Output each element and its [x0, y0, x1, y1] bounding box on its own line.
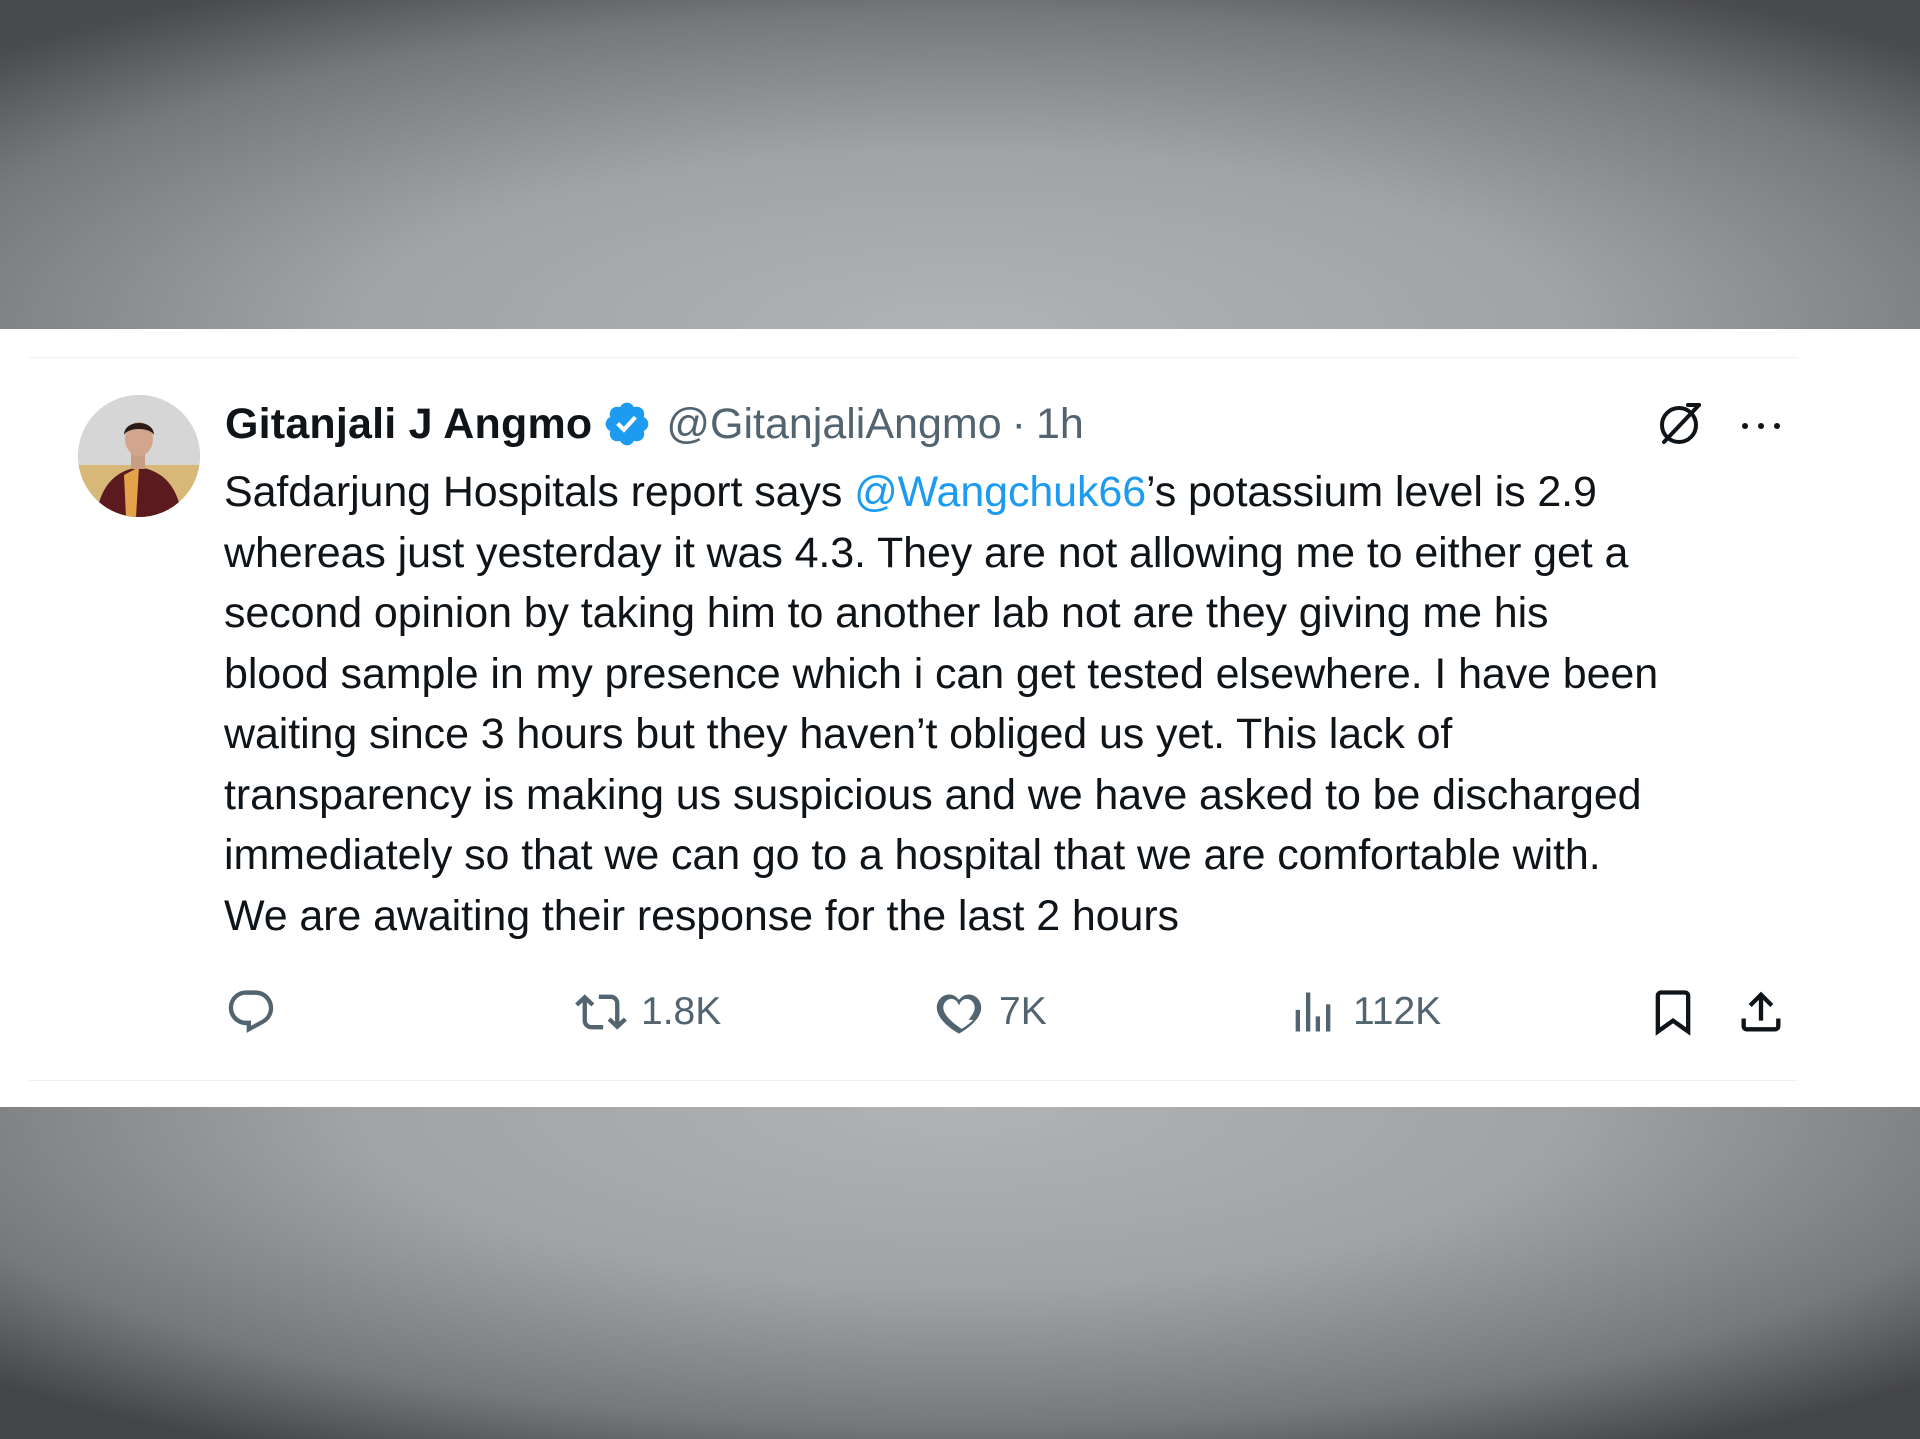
like-count: 7K [999, 990, 1047, 1033]
verified-badge-icon [602, 399, 652, 449]
bookmark-icon [1655, 990, 1691, 1036]
tweet-text: Safdarjung Hospitals report says @Wangch… [224, 462, 1794, 946]
more-icon[interactable] [1737, 410, 1785, 440]
view-count: 112K [1353, 990, 1442, 1033]
display-name[interactable]: Gitanjali J Angmo [225, 400, 592, 449]
heart-icon [936, 994, 982, 1034]
retweet-count: 1.8K [641, 990, 722, 1033]
share-button[interactable] [1735, 984, 1787, 1040]
retweet-button[interactable]: 1.8K [575, 984, 721, 1040]
reply-button[interactable] [225, 984, 291, 1040]
tweet-header: Gitanjali J Angmo @GitanjaliAngmo · 1h [225, 396, 1084, 452]
grok-icon[interactable] [1655, 398, 1705, 448]
like-button[interactable]: 7K [933, 984, 1047, 1040]
avatar[interactable] [78, 395, 200, 517]
views-button[interactable]: 112K [1287, 984, 1441, 1040]
reply-icon [228, 990, 274, 1033]
timestamp[interactable]: 1h [1036, 400, 1084, 449]
separator-dot: · [1011, 399, 1026, 448]
tweet-text-part-2: ’s potassium level is 2.9 whereas just y… [224, 468, 1659, 940]
views-icon [1295, 992, 1331, 1032]
retweet-icon [575, 994, 627, 1030]
action-bar: 1.8K 7K 112K [225, 984, 1795, 1040]
bookmark-button[interactable] [1647, 984, 1699, 1040]
avatar-image [78, 395, 200, 517]
background-bottom [0, 1107, 1920, 1439]
mention-link[interactable]: @Wangchuk66 [854, 468, 1146, 516]
background-top [0, 0, 1920, 329]
user-handle[interactable]: @GitanjaliAngmo [666, 400, 1001, 449]
share-icon [1741, 991, 1781, 1032]
tweet-text-part-1: Safdarjung Hospitals report says [224, 468, 855, 516]
